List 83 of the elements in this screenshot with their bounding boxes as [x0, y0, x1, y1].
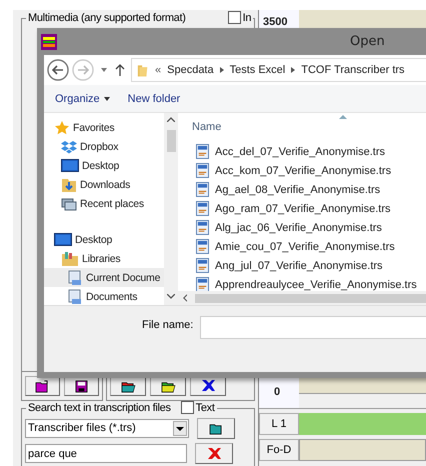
checkbox-label: In: [242, 12, 252, 24]
window-title: Open: [350, 34, 385, 49]
document-icon: [196, 163, 209, 178]
file-item[interactable]: Ang_jul_07_Verifie_Anonymise.trs: [196, 256, 426, 275]
scrollbar-thumb[interactable]: [195, 294, 426, 302]
download-folder-icon: [61, 176, 77, 192]
address-bar[interactable]: « Specdata Tests Excel TCOF Transcriber trs: [131, 58, 426, 82]
open-folder-button[interactable]: [110, 376, 146, 396]
document-icon: [67, 288, 83, 304]
folder-icon: [35, 380, 50, 392]
group-label: Search text in transcription files: [28, 402, 171, 414]
breadcrumb-item[interactable]: Tests Excel: [230, 64, 286, 76]
app-icon: [41, 34, 57, 50]
toolbar-button[interactable]: New folder: [124, 90, 184, 106]
save-button[interactable]: [64, 376, 99, 396]
open-folder-button[interactable]: [150, 376, 186, 396]
file-item[interactable]: Acc_del_07_Verifie_Anonymise.trs: [196, 142, 426, 161]
windows-icon: [61, 196, 77, 212]
group-label: Multimedia (any supported format): [28, 12, 186, 24]
folder-icon: [160, 380, 176, 392]
column-header[interactable]: Name: [192, 121, 222, 133]
close-button[interactable]: [190, 376, 226, 396]
library-folder-icon: [61, 250, 79, 266]
sort-arrow-icon: [339, 115, 347, 119]
nav-item[interactable]: Libraries: [44, 249, 164, 268]
scroll-up-icon[interactable]: [167, 117, 175, 122]
track-label: L 1: [259, 413, 299, 435]
file-item[interactable]: Apprendreaulycee_Verifie_Anonymise.trs: [196, 275, 426, 291]
document-icon: [196, 182, 209, 197]
x-icon: [200, 379, 216, 393]
chevron-icon[interactable]: [291, 67, 296, 73]
document-icon: [196, 220, 209, 235]
nav-item[interactable]: Documents: [44, 287, 164, 305]
caret-icon: [176, 426, 184, 430]
track-label: Fo-D: [259, 439, 299, 461]
breadcrumb-item[interactable]: Specdata: [167, 64, 214, 76]
chevron-icon[interactable]: [220, 67, 224, 73]
checkbox[interactable]: [180, 401, 194, 414]
monitor-icon: [54, 232, 72, 246]
file-item[interactable]: Amie_cou_07_Verifie_Anonymise.trs: [196, 237, 426, 256]
toolbar-button[interactable]: Organize: [52, 90, 113, 106]
overflow-chevron[interactable]: «: [155, 64, 162, 76]
open-folder-button[interactable]: [25, 376, 60, 396]
nav-item[interactable]: Desktop: [44, 230, 164, 249]
monitor-icon: [61, 158, 79, 172]
nav-item[interactable]: Recent places: [44, 194, 164, 213]
file-item[interactable]: Acc_kom_07_Verifie_Anonymise.trs: [196, 161, 426, 180]
document-icon: [196, 258, 209, 273]
scroll-left-icon[interactable]: [183, 294, 188, 302]
breadcrumb-item[interactable]: TCOF Transcriber trs: [301, 64, 405, 76]
checkbox[interactable]: [228, 11, 241, 24]
search-field[interactable]: parce que: [25, 444, 187, 463]
document-icon: [196, 201, 209, 216]
ruler-value: 3500: [263, 16, 288, 28]
nav-item[interactable]: Desktop: [44, 156, 164, 175]
dropdown-icon[interactable]: [101, 68, 107, 72]
nav-item[interactable]: Favorites: [44, 118, 164, 137]
ruler-value: 0: [274, 386, 280, 398]
star-icon: [54, 120, 70, 136]
file-item[interactable]: Alg_jac_06_Verifie_Anonymise.trs: [196, 218, 426, 237]
file-item[interactable]: Ag_ael_08_Verifie_Anonymise.trs: [196, 180, 426, 199]
box-icon: [61, 138, 77, 154]
folder-icon: [137, 62, 149, 78]
folder-icon: [120, 380, 136, 392]
document-icon: [67, 270, 83, 286]
clear-button[interactable]: [195, 443, 233, 464]
scroll-down-icon[interactable]: [167, 294, 175, 299]
checkbox-label: Text: [196, 402, 215, 414]
nav-item[interactable]: Downloads: [44, 175, 164, 194]
open-folder-button[interactable]: [197, 418, 235, 439]
back-icon[interactable]: [47, 59, 69, 81]
folder-icon: [208, 422, 224, 435]
file-item[interactable]: Ago_ram_07_Verifie_Anonymise.trs: [196, 199, 426, 218]
x-icon: [206, 446, 222, 460]
scrollbar-thumb[interactable]: [166, 130, 176, 152]
up-arrow-icon[interactable]: [115, 64, 125, 76]
file-name-label: File name:: [142, 319, 194, 331]
file-name-field[interactable]: [200, 316, 426, 339]
document-icon: [196, 144, 209, 159]
nav-item[interactable]: Current Docume: [44, 268, 164, 287]
nav-item[interactable]: Dropbox: [44, 137, 164, 156]
document-icon: [196, 239, 209, 254]
file-type-dropdown[interactable]: Transcriber files (*.trs): [25, 419, 189, 438]
